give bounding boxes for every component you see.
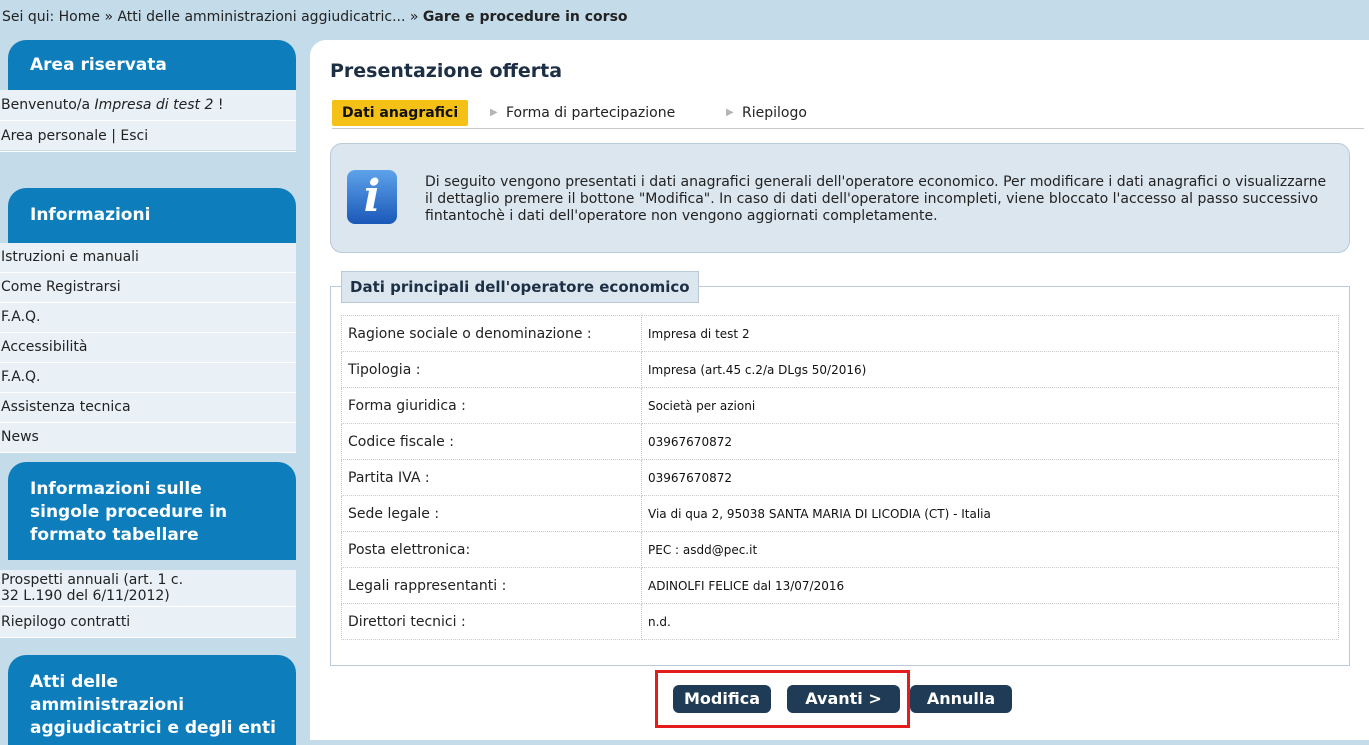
triangle-right-icon: ▶ bbox=[490, 107, 498, 118]
procedure-title-line: formato tabellare bbox=[30, 525, 199, 545]
row-value: Impresa di test 2 bbox=[641, 315, 1339, 352]
area-personale-link[interactable]: Area personale bbox=[1, 128, 107, 144]
row-value: 03967670872 bbox=[641, 423, 1339, 460]
menu-item-line: 32 L.190 del 6/11/2012) bbox=[1, 588, 170, 604]
row-label: Partita IVA : bbox=[341, 459, 642, 496]
row-label: Direttori tecnici : bbox=[341, 603, 642, 640]
menu-item-riepilogo-contratti[interactable]: Riepilogo contratti bbox=[0, 607, 296, 638]
annulla-button[interactable]: Annulla bbox=[910, 685, 1012, 713]
table-row: Tipologia : Impresa (art.45 c.2/a DLgs 50… bbox=[341, 351, 1339, 388]
row-value: Società per azioni bbox=[641, 387, 1339, 424]
table-row: Forma giuridica : Società per azioni bbox=[341, 387, 1339, 424]
step-dati-anagrafici: Dati anagrafici bbox=[332, 100, 469, 126]
section-title: Dati principali dell'operatore economico bbox=[341, 271, 699, 303]
breadcrumb-current: Gare e procedure in corso bbox=[422, 9, 628, 25]
table-row: Ragione sociale o denominazione : Impresa… bbox=[341, 315, 1339, 352]
row-label: Sede legale : bbox=[341, 495, 642, 532]
menu-item-come-registrarsi[interactable]: Come Registrarsi bbox=[0, 273, 296, 303]
menu-item-istruzioni[interactable]: Istruzioni e manuali bbox=[0, 243, 296, 273]
row-value: Via di qua 2, 95038 SANTA MARIA DI LICOD… bbox=[641, 495, 1339, 532]
welcome-text: Benvenuto/a Impresa di test 2 ! bbox=[0, 90, 296, 121]
table-row: Posta elettronica: PEC : asdd@pec.it bbox=[341, 531, 1339, 568]
main-panel: Presentazione offerta Dati anagrafici ▶ … bbox=[310, 40, 1369, 740]
info-icon: i bbox=[347, 170, 397, 224]
breadcrumb-parent-link[interactable]: Atti delle amministrazioni aggiudicatric… bbox=[117, 9, 405, 25]
breadcrumb-separator: » bbox=[405, 9, 423, 25]
procedure-title: Informazioni sulle singole procedure in … bbox=[8, 462, 296, 560]
menu-item-prospetti-annuali[interactable]: Prospetti annuali (art. 1 c. 32 L.190 de… bbox=[0, 570, 296, 607]
step-forma-partecipazione: Forma di partecipazione bbox=[506, 105, 676, 121]
table-row: Codice fiscale :03967670872 bbox=[341, 423, 1339, 460]
menu-item-assistenza-tecnica[interactable]: Assistenza tecnica bbox=[0, 393, 296, 423]
row-label: Posta elettronica: bbox=[341, 531, 642, 568]
row-label: Ragione sociale o denominazione : bbox=[341, 315, 642, 352]
step-riepilogo: Riepilogo bbox=[742, 105, 807, 121]
operatore-table: Ragione sociale o denominazione : Impresa… bbox=[341, 315, 1339, 640]
table-row: Partita IVA :03967670872 bbox=[341, 459, 1339, 496]
sidebar: Area riservata Benvenuto/a Impresa di te… bbox=[0, 40, 296, 745]
page-title: Presentazione offerta bbox=[330, 60, 563, 82]
procedure-menu: Prospetti annuali (art. 1 c. 32 L.190 de… bbox=[0, 570, 296, 638]
menu-item-news[interactable]: News bbox=[0, 423, 296, 453]
row-value: ADINOLFI FELICE dal 13/07/2016 bbox=[641, 567, 1339, 604]
table-row: Legali rappresentanti : ADINOLFI FELICE d… bbox=[341, 567, 1339, 604]
breadcrumb-prefix: Sei qui: bbox=[2, 9, 59, 25]
row-value: Impresa (art.45 c.2/a DLgs 50/2016) bbox=[641, 351, 1339, 388]
area-riservata-box: Benvenuto/a Impresa di test 2 ! Area per… bbox=[0, 90, 296, 152]
info-text: Di seguito vengono presentati i dati ana… bbox=[425, 174, 1327, 224]
menu-item-faq[interactable]: F.A.Q. bbox=[0, 303, 296, 333]
account-links: Area personale | Esci bbox=[0, 121, 296, 152]
row-label: Codice fiscale : bbox=[341, 423, 642, 460]
row-label: Tipologia : bbox=[341, 351, 642, 388]
atti-title-line: aggiudicatrici e degli enti bbox=[30, 718, 276, 738]
triangle-right-icon: ▶ bbox=[726, 107, 734, 118]
avanti-button[interactable]: Avanti > bbox=[787, 685, 900, 713]
operatore-fieldset: Dati principali dell'operatore economico… bbox=[330, 271, 1350, 666]
table-row: Sede legale : Via di qua 2, 95038 SANTA M… bbox=[341, 495, 1339, 532]
informazioni-title: Informazioni bbox=[8, 188, 296, 243]
atti-title-line: Atti delle bbox=[30, 672, 119, 692]
info-box: i Di seguito vengono presentati i dati a… bbox=[330, 143, 1350, 253]
welcome-prefix: Benvenuto/a bbox=[1, 97, 95, 113]
breadcrumb-home-link[interactable]: Home bbox=[59, 9, 100, 25]
row-label: Forma giuridica : bbox=[341, 387, 642, 424]
procedure-title-line: Informazioni sulle bbox=[30, 479, 202, 499]
menu-item-faq[interactable]: F.A.Q. bbox=[0, 363, 296, 393]
row-value: 03967670872 bbox=[641, 459, 1339, 496]
welcome-suffix: ! bbox=[213, 97, 224, 113]
procedure-title-line: singole procedure in bbox=[30, 502, 228, 522]
modifica-button[interactable]: Modifica bbox=[673, 685, 771, 713]
atti-title: Atti delle amministrazioni aggiudicatric… bbox=[8, 655, 296, 745]
link-separator: | bbox=[106, 128, 121, 144]
menu-item-accessibilita[interactable]: Accessibilità bbox=[0, 333, 296, 363]
welcome-user: Impresa di test 2 bbox=[94, 97, 214, 113]
atti-title-line: amministrazioni bbox=[30, 695, 185, 715]
esci-link[interactable]: Esci bbox=[120, 128, 148, 144]
table-row: Direttori tecnici : n.d. bbox=[341, 603, 1339, 640]
row-value: n.d. bbox=[641, 603, 1339, 640]
row-label: Legali rappresentanti : bbox=[341, 567, 642, 604]
breadcrumb-separator: » bbox=[100, 9, 118, 25]
informazioni-menu: Istruzioni e manuali Come Registrarsi F.… bbox=[0, 243, 296, 453]
wizard-steps: Dati anagrafici ▶ Forma di partecipazion… bbox=[332, 98, 1364, 129]
area-riservata-title: Area riservata bbox=[8, 40, 296, 90]
menu-item-line: Prospetti annuali (art. 1 c. bbox=[1, 572, 184, 588]
breadcrumb: Sei qui: Home » Atti delle amministrazio… bbox=[0, 0, 1369, 34]
row-value: PEC : asdd@pec.it bbox=[641, 531, 1339, 568]
